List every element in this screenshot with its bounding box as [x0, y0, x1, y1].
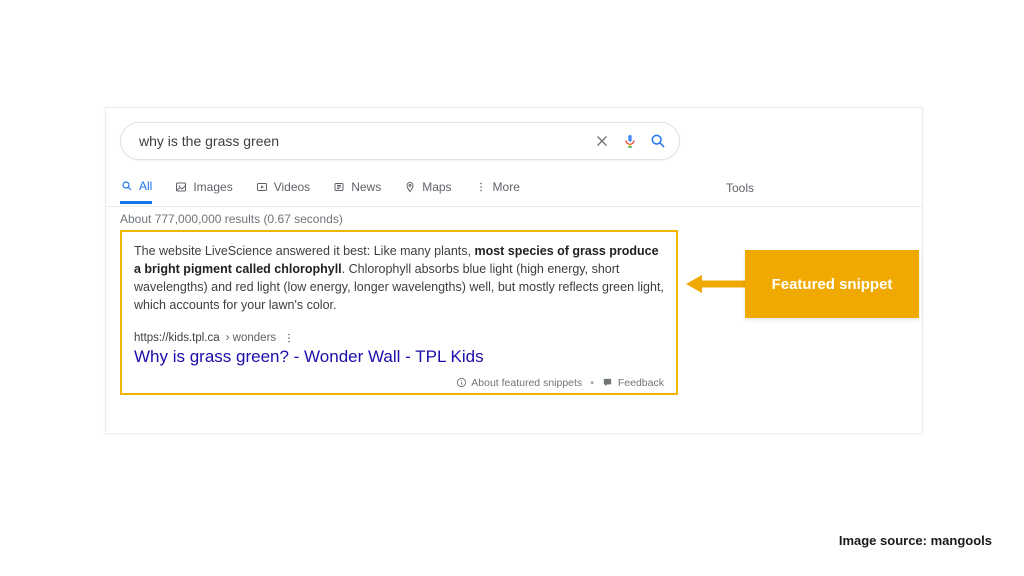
tab-news[interactable]: News	[332, 174, 381, 202]
tab-label: Maps	[422, 180, 451, 194]
tab-videos[interactable]: Videos	[255, 174, 310, 202]
clear-icon[interactable]	[591, 130, 613, 152]
snippet-url-path: › wonders	[226, 332, 277, 344]
feedback-link[interactable]: Feedback	[602, 377, 664, 389]
images-icon	[174, 180, 188, 194]
feedback-label: Feedback	[618, 377, 664, 389]
snippet-footer: About featured snippets • Feedback	[134, 377, 664, 389]
image-source-caption: Image source: mangools	[839, 533, 992, 548]
tab-label: Videos	[274, 180, 310, 194]
maps-icon	[403, 180, 417, 194]
tab-images[interactable]: Images	[174, 174, 232, 202]
search-icon	[120, 179, 134, 193]
snippet-title-link[interactable]: Why is grass green? - Wonder Wall - TPL …	[134, 347, 664, 367]
search-bar[interactable]	[120, 122, 680, 160]
more-icon	[474, 180, 488, 194]
videos-icon	[255, 180, 269, 194]
tab-label: Images	[193, 180, 232, 194]
tab-more[interactable]: More	[474, 174, 520, 202]
result-stats: About 777,000,000 results (0.67 seconds)	[120, 212, 343, 226]
separator-dot: •	[590, 377, 594, 389]
tab-maps[interactable]: Maps	[403, 174, 451, 202]
tab-label: News	[351, 180, 381, 194]
news-icon	[332, 180, 346, 194]
info-icon	[455, 377, 467, 389]
tab-label: All	[139, 179, 152, 193]
about-featured-snippets-label: About featured snippets	[471, 377, 582, 389]
search-icon[interactable]	[647, 130, 669, 152]
annotation-label: Featured snippet	[745, 250, 919, 318]
featured-snippet: The website LiveScience answered it best…	[120, 230, 678, 395]
snippet-url: https://kids.tpl.ca › wonders	[134, 331, 664, 345]
tab-label: More	[493, 180, 520, 194]
snippet-text: The website LiveScience answered it best…	[134, 242, 664, 315]
snippet-url-domain: https://kids.tpl.ca	[134, 332, 220, 344]
kebab-icon[interactable]	[282, 331, 296, 345]
search-input[interactable]	[137, 132, 585, 150]
voice-search-icon[interactable]	[619, 130, 641, 152]
about-featured-snippets-link[interactable]: About featured snippets	[455, 377, 582, 389]
canvas: All Images Videos	[0, 0, 1024, 576]
tab-all[interactable]: All	[120, 173, 152, 204]
tabs-list: All Images Videos	[120, 173, 520, 204]
tabs-bar: All Images Videos	[106, 170, 922, 207]
tools-button[interactable]: Tools	[726, 181, 754, 195]
annotation-arrow-icon	[686, 273, 746, 295]
annotation-label-text: Featured snippet	[772, 276, 893, 293]
feedback-icon	[602, 377, 614, 389]
snippet-text-lead: The website LiveScience answered it best…	[134, 244, 474, 258]
